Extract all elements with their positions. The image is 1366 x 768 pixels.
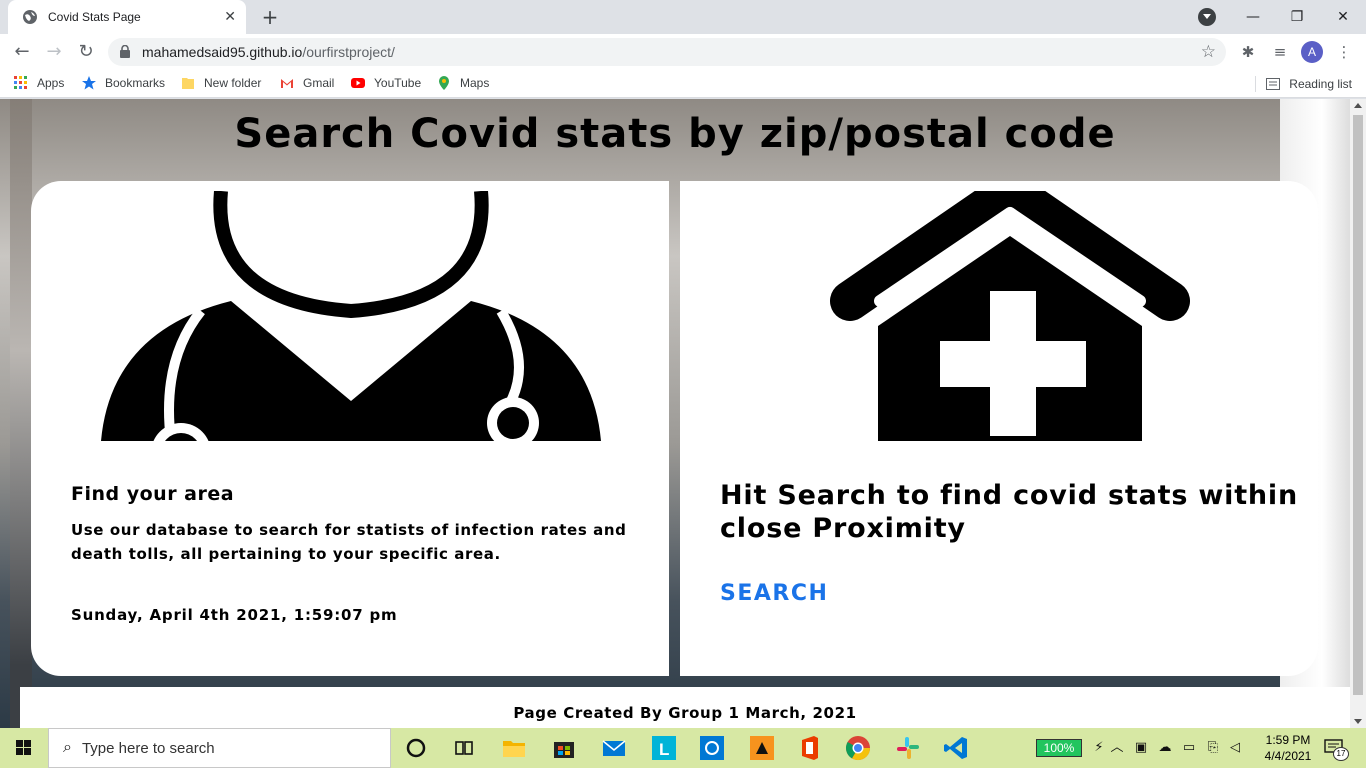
- bookmark-label: Gmail: [303, 76, 335, 90]
- find-area-title: Find your area: [71, 483, 235, 505]
- tab-strip: Covid Stats Page ✕ + — ❐ ✕: [0, 0, 1366, 34]
- bookmark-bookmarks[interactable]: Bookmarks: [82, 76, 165, 90]
- new-tab-button[interactable]: +: [258, 6, 282, 28]
- search-card: Hit Search to find covid stats within cl…: [680, 181, 1318, 676]
- search-button[interactable]: SEARCH: [720, 581, 828, 606]
- apps-grid-icon: [14, 76, 27, 89]
- url-path: /ourfirstproject/: [302, 44, 395, 60]
- menu-icon[interactable]: ⋮: [1334, 42, 1354, 62]
- browser-tab[interactable]: Covid Stats Page ✕: [8, 0, 246, 34]
- background-photo: [10, 99, 32, 728]
- battery-icon[interactable]: ▭: [1180, 739, 1198, 757]
- scroll-up-icon[interactable]: [1354, 103, 1362, 108]
- profile-avatar[interactable]: A: [1301, 41, 1323, 63]
- reading-list-icon: [1266, 78, 1281, 90]
- close-window-button[interactable]: ✕: [1320, 4, 1366, 30]
- bookmark-youtube[interactable]: YouTube: [351, 76, 421, 90]
- url-host: mahamedsaid95.github.io: [142, 44, 303, 60]
- gmail-icon: [281, 79, 293, 88]
- svg-text:L: L: [659, 740, 669, 759]
- bookmark-label: New folder: [204, 76, 262, 90]
- cortana-icon[interactable]: [402, 734, 430, 762]
- start-button[interactable]: [0, 728, 48, 768]
- search-card-title: Hit Search to find covid stats within cl…: [720, 480, 1298, 544]
- l-app-icon[interactable]: L: [650, 734, 678, 762]
- game-app-icon[interactable]: [748, 734, 776, 762]
- forward-button[interactable]: →: [42, 40, 66, 64]
- show-hidden-icons-icon[interactable]: ︿: [1108, 739, 1126, 757]
- bookmark-label: YouTube: [374, 76, 422, 90]
- chrome-icon[interactable]: [844, 734, 872, 762]
- extensions-icon[interactable]: ✱: [1238, 42, 1258, 62]
- youtube-icon: [351, 78, 365, 88]
- star-icon: [82, 76, 96, 90]
- footer-credit: Page Created By Group 1 March, 2021: [513, 704, 857, 722]
- reload-button[interactable]: ↻: [74, 40, 98, 64]
- volume-icon[interactable]: ◁: [1226, 739, 1244, 757]
- lock-icon: [120, 45, 130, 58]
- windows-logo-icon: [16, 740, 31, 755]
- store-icon[interactable]: [550, 734, 578, 762]
- divider: [1255, 76, 1257, 92]
- hospital-house-cross-icon: [830, 191, 1190, 441]
- url-text: mahamedsaid95.github.io/ourfirstproject/: [142, 44, 395, 60]
- bookmark-maps[interactable]: Maps: [437, 76, 489, 90]
- bookmark-label: Apps: [37, 76, 65, 90]
- scroll-down-icon[interactable]: [1354, 719, 1362, 724]
- bookmark-star-icon[interactable]: ☆: [1201, 42, 1216, 62]
- reading-list-button[interactable]: Reading list: [1255, 76, 1352, 92]
- restore-button[interactable]: ❐: [1274, 4, 1320, 30]
- reading-list-label: Reading list: [1289, 77, 1352, 91]
- taskbar-search-box[interactable]: ⌕ Type here to search: [48, 728, 391, 768]
- notification-count: 17: [1333, 747, 1349, 761]
- page-footer: Page Created By Group 1 March, 2021: [20, 687, 1350, 728]
- back-button[interactable]: ←: [10, 40, 34, 64]
- clock-date[interactable]: 4/4/2021: [1259, 749, 1317, 763]
- office-icon[interactable]: [796, 734, 824, 762]
- globe-icon: [23, 10, 37, 24]
- slack-icon[interactable]: [894, 734, 922, 762]
- page-viewport: Search Covid stats by zip/postal code Fi…: [0, 99, 1366, 728]
- maps-pin-icon: [439, 76, 449, 90]
- vscode-icon[interactable]: [942, 734, 970, 762]
- find-area-description: Use our database to search for statists …: [71, 521, 627, 563]
- power-plug-icon: ⚡: [1094, 740, 1104, 755]
- page-scrollbar[interactable]: [1350, 99, 1366, 728]
- search-icon: ⌕: [63, 739, 72, 756]
- doctor-stethoscope-icon: [101, 191, 601, 441]
- network-icon[interactable]: ⎘: [1204, 739, 1222, 757]
- notifications-button[interactable]: 17: [1324, 739, 1349, 761]
- scrollbar-thumb[interactable]: [1353, 115, 1363, 695]
- task-view-icon[interactable]: [450, 734, 478, 762]
- folder-icon: [182, 78, 194, 89]
- current-datetime: Sunday, April 4th 2021, 1:59:07 pm: [71, 606, 398, 624]
- tab-search-icon[interactable]: [1198, 8, 1216, 26]
- find-area-card: Find your area Use our database to searc…: [31, 181, 669, 676]
- close-tab-icon[interactable]: ✕: [224, 9, 236, 25]
- cortana-app-icon[interactable]: [698, 734, 726, 762]
- bookmark-label: Maps: [460, 76, 490, 90]
- minimize-button[interactable]: —: [1230, 4, 1276, 30]
- bookmark-label: Bookmarks: [105, 76, 166, 90]
- clock-time[interactable]: 1:59 PM: [1259, 733, 1317, 747]
- taskbar-search-placeholder: Type here to search: [81, 739, 215, 757]
- onedrive-cloud-icon[interactable]: ☁: [1156, 739, 1174, 757]
- browser-toolbar: ← → ↻ mahamedsaid95.github.io/ourfirstpr…: [0, 34, 1366, 70]
- meet-now-icon[interactable]: ▣: [1132, 739, 1150, 757]
- windows-taskbar: ⌕ Type here to search L 100% ⚡ ︿ ▣ ☁ ▭ ⎘…: [0, 728, 1366, 768]
- address-bar[interactable]: mahamedsaid95.github.io/ourfirstproject/…: [108, 38, 1226, 66]
- tab-title: Covid Stats Page: [48, 10, 141, 24]
- file-explorer-icon[interactable]: [500, 734, 528, 762]
- battery-indicator[interactable]: 100%: [1036, 739, 1082, 757]
- media-control-icon[interactable]: ≡: [1270, 42, 1290, 62]
- bookmarks-bar: Apps Bookmarks New folder Gmail YouTube …: [0, 70, 1366, 98]
- bookmark-gmail[interactable]: Gmail: [280, 76, 334, 90]
- bookmark-new-folder[interactable]: New folder: [181, 76, 261, 90]
- mail-icon[interactable]: [600, 734, 628, 762]
- bookmark-apps[interactable]: Apps: [14, 76, 64, 90]
- page-title: Search Covid stats by zip/postal code: [234, 111, 1116, 157]
